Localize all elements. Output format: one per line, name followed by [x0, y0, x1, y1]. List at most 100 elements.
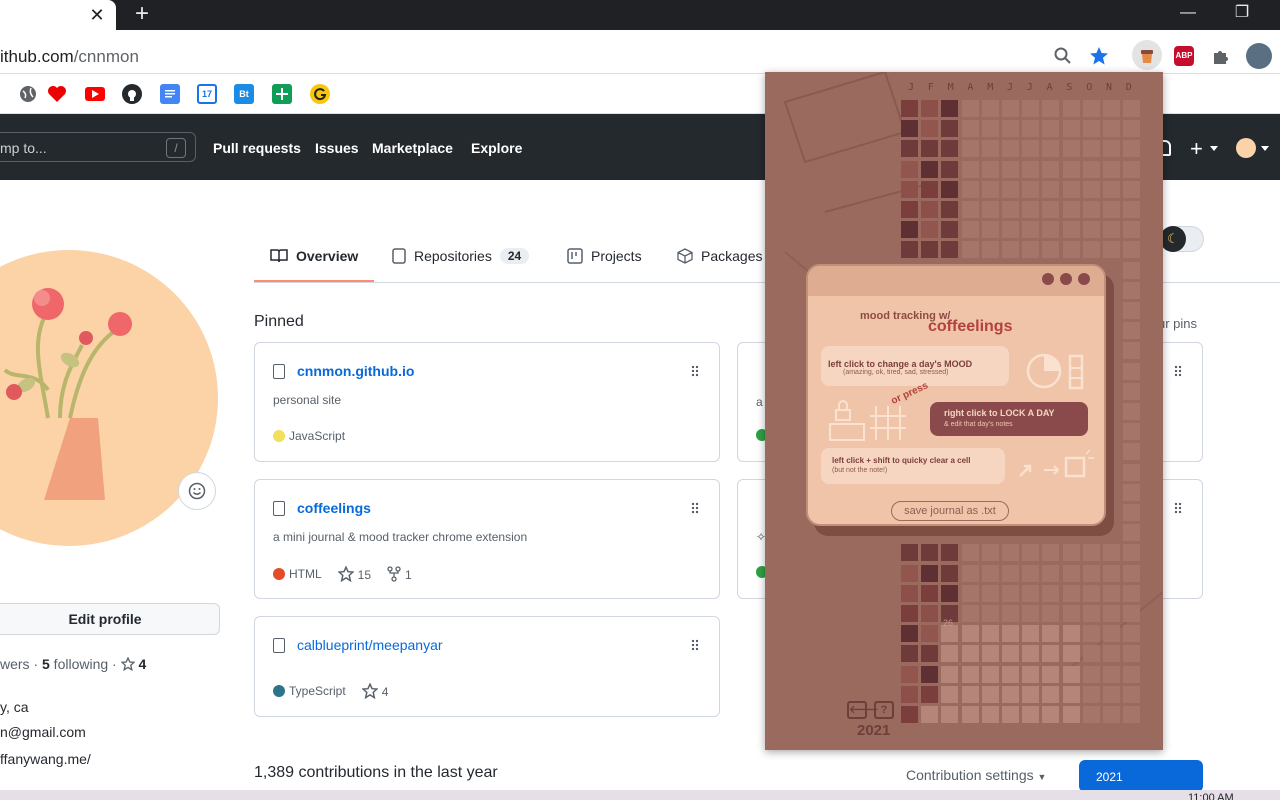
mood-day-cell[interactable] [1082, 160, 1100, 178]
mood-day-cell[interactable] [1082, 625, 1100, 643]
mood-day-cell[interactable] [901, 706, 918, 723]
mood-day-cell[interactable] [981, 706, 999, 723]
repo-name-link[interactable]: cnnmon.github.io [297, 363, 414, 379]
mood-day-cell[interactable] [1042, 665, 1060, 683]
mood-day-cell[interactable] [1103, 160, 1120, 178]
mood-day-cell[interactable] [1002, 685, 1019, 703]
customize-pins-link[interactable]: ur pins [1158, 316, 1197, 331]
mood-day-cell[interactable] [1123, 544, 1141, 562]
mood-day-cell[interactable] [1103, 645, 1120, 663]
mood-day-cell[interactable] [1002, 160, 1019, 178]
back-arrow-button[interactable]: 🡐 [847, 701, 879, 719]
mood-day-cell[interactable] [941, 100, 959, 117]
following-count[interactable]: 5 [42, 656, 50, 672]
mood-day-cell[interactable] [1002, 625, 1019, 643]
mood-day-cell[interactable] [941, 120, 959, 138]
drag-handle-icon[interactable] [1174, 502, 1182, 514]
mood-day-cell[interactable] [941, 221, 959, 239]
mood-day-cell[interactable] [901, 140, 918, 158]
mood-day-cell[interactable] [961, 201, 979, 218]
mood-day-cell[interactable] [1103, 584, 1120, 602]
drag-handle-icon[interactable] [691, 365, 699, 377]
mood-day-cell[interactable] [901, 605, 918, 622]
mood-day-cell[interactable] [1042, 625, 1060, 643]
mood-day-cell[interactable] [981, 544, 999, 562]
nav-issues[interactable]: Issues [315, 140, 359, 156]
mood-day-cell[interactable] [961, 706, 979, 723]
mood-day-cell[interactable] [1042, 221, 1060, 239]
mood-day-cell[interactable] [1103, 605, 1120, 622]
contribution-settings-dropdown[interactable]: Contribution settings ▼ [906, 767, 1046, 783]
set-status-button[interactable] [178, 472, 216, 510]
mood-day-cell[interactable] [1082, 665, 1100, 683]
github-icon[interactable] [122, 84, 142, 104]
mood-day-cell[interactable] [961, 685, 979, 703]
google-docs-icon[interactable] [160, 84, 180, 104]
mood-day-cell[interactable] [921, 685, 939, 703]
mood-day-cell[interactable] [1062, 584, 1080, 602]
mood-day-cell[interactable] [921, 645, 939, 663]
mood-day-cell[interactable] [1103, 140, 1120, 158]
mood-day-cell[interactable] [1062, 706, 1080, 723]
mood-day-cell[interactable] [1002, 180, 1019, 198]
edit-profile-button[interactable]: Edit profile [0, 603, 220, 635]
mood-day-cell[interactable] [1022, 241, 1040, 259]
mood-day-cell[interactable] [941, 160, 959, 178]
mood-day-cell[interactable] [1002, 201, 1019, 218]
mood-day-cell[interactable] [1062, 564, 1080, 582]
globe-icon[interactable] [18, 84, 38, 104]
mood-day-cell[interactable] [941, 201, 959, 218]
mood-day-cell[interactable] [1002, 605, 1019, 622]
mood-day-cell[interactable] [961, 160, 979, 178]
adblock-icon[interactable]: ABP [1174, 46, 1194, 66]
mood-day-cell[interactable] [1123, 483, 1141, 501]
mood-day-cell[interactable] [1022, 625, 1040, 643]
mood-day-cell[interactable] [1062, 100, 1080, 117]
repo-stars-link[interactable]: 4 [361, 682, 388, 700]
bookmark-star-icon[interactable] [1088, 45, 1110, 67]
mood-day-cell[interactable] [921, 665, 939, 683]
mood-day-cell[interactable] [1022, 221, 1040, 239]
mood-day-cell[interactable] [1103, 100, 1120, 117]
mood-day-cell[interactable] [1002, 140, 1019, 158]
mood-day-cell[interactable] [1123, 160, 1141, 178]
mood-day-cell[interactable] [921, 221, 939, 239]
mood-day-cell[interactable] [1062, 160, 1080, 178]
mood-day-cell[interactable] [1022, 180, 1040, 198]
mood-day-cell[interactable] [1062, 685, 1080, 703]
mood-day-cell[interactable] [961, 665, 979, 683]
mood-day-cell[interactable] [1042, 241, 1060, 259]
mood-day-cell[interactable] [941, 685, 959, 703]
create-dropdown-caret-icon[interactable] [1210, 146, 1218, 151]
mood-day-cell[interactable] [1123, 281, 1141, 299]
mood-day-cell[interactable] [921, 100, 939, 117]
mood-day-cell[interactable] [1103, 685, 1120, 703]
mood-day-cell[interactable] [921, 544, 939, 562]
mood-day-cell[interactable] [1103, 625, 1120, 643]
mood-day-cell[interactable] [1002, 665, 1019, 683]
mood-day-cell[interactable] [1123, 201, 1141, 218]
year-2021-button[interactable]: 2021 [1079, 760, 1203, 792]
mood-day-cell[interactable] [981, 201, 999, 218]
mood-day-cell[interactable] [1123, 322, 1141, 340]
mood-day-cell[interactable] [1022, 544, 1040, 562]
mood-day-cell[interactable] [1123, 382, 1141, 400]
mood-day-cell[interactable] [941, 645, 959, 663]
mood-day-cell[interactable] [1103, 241, 1120, 259]
nav-marketplace[interactable]: Marketplace [372, 140, 453, 156]
mood-day-cell[interactable] [981, 685, 999, 703]
mood-day-cell[interactable] [941, 241, 959, 259]
mood-day-cell[interactable] [921, 201, 939, 218]
mood-day-cell[interactable] [901, 584, 918, 602]
mood-day-cell[interactable] [981, 605, 999, 622]
mood-day-cell[interactable] [1123, 605, 1141, 622]
mood-day-cell[interactable] [981, 564, 999, 582]
mood-day-cell[interactable] [901, 180, 918, 198]
mood-day-cell[interactable] [1022, 160, 1040, 178]
mood-day-cell[interactable] [1103, 180, 1120, 198]
grammarly-icon[interactable] [310, 84, 330, 104]
mood-day-cell[interactable] [1123, 625, 1141, 643]
mood-day-cell[interactable] [981, 160, 999, 178]
youtube-icon[interactable] [85, 87, 105, 101]
mood-day-cell[interactable] [1062, 241, 1080, 259]
